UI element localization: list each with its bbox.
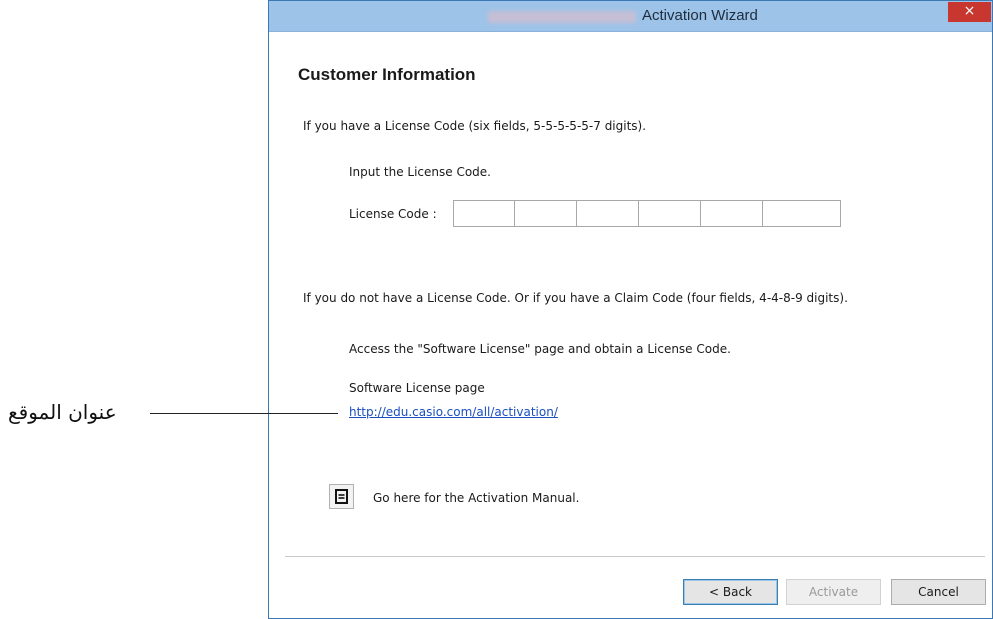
license-code-field-6[interactable]	[762, 200, 841, 227]
software-license-label: Software License page	[349, 381, 485, 395]
license-code-field-4[interactable]	[638, 200, 701, 227]
software-license-link[interactable]: http://edu.casio.com/all/activation/	[349, 405, 558, 419]
license-code-field-1[interactable]	[453, 200, 515, 227]
license-code-field-5[interactable]	[700, 200, 763, 227]
callout-label: عنوان الموقع	[8, 400, 117, 424]
footer-separator	[285, 556, 985, 557]
input-instruction-text: Input the License Code.	[349, 165, 491, 179]
license-code-field-2[interactable]	[514, 200, 577, 227]
no-license-intro-text: If you do not have a License Code. Or if…	[303, 291, 848, 305]
activation-manual-text: Go here for the Activation Manual.	[373, 491, 580, 505]
back-button[interactable]: < Back	[683, 579, 778, 605]
title-bar: Activation Wizard ×	[269, 1, 992, 32]
close-button[interactable]: ×	[948, 2, 991, 22]
activate-button: Activate	[786, 579, 881, 605]
activation-manual-button[interactable]	[329, 484, 354, 509]
callout-line	[150, 413, 338, 414]
page-heading: Customer Information	[298, 65, 476, 84]
license-code-label: License Code :	[349, 207, 437, 221]
cancel-button[interactable]: Cancel	[891, 579, 986, 605]
document-icon	[335, 489, 348, 504]
activation-wizard-window: Activation Wizard × Customer Information…	[268, 0, 993, 619]
blurred-title-prefix	[488, 11, 636, 23]
license-intro-text: If you have a License Code (six fields, …	[303, 119, 647, 133]
license-code-field-3[interactable]	[576, 200, 639, 227]
access-instruction-text: Access the "Software License" page and o…	[349, 342, 731, 356]
close-icon: ×	[963, 3, 976, 19]
window-title: Activation Wizard	[642, 7, 758, 24]
